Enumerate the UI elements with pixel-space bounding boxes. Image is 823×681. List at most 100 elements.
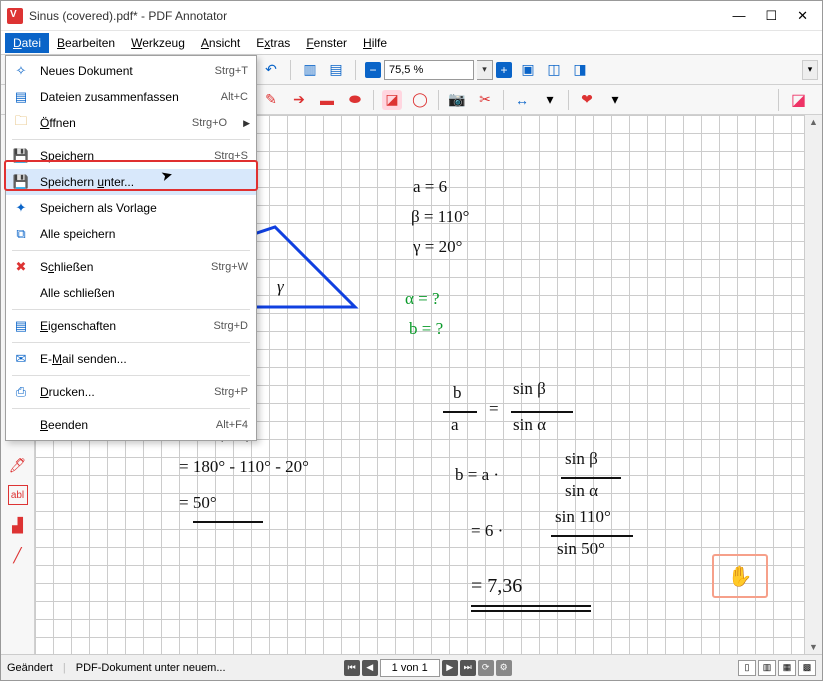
zoom-out-button[interactable]: − [365,62,381,78]
page-settings-button[interactable]: ⚙ [496,660,512,676]
hand-gamma: γ [277,277,284,297]
zoom-input[interactable] [384,60,474,80]
pen-icon[interactable]: ✎ [261,90,281,110]
bookmarks-icon[interactable]: ▤ [326,60,346,80]
menu-bearbeiten[interactable]: Bearbeiten [49,33,123,53]
mail-icon: ✉ [12,350,30,368]
zoom-in-button[interactable]: + [496,62,512,78]
minimize-button[interactable]: — [732,8,745,24]
view-cont-button[interactable]: ▥ [758,660,776,676]
page-next-button[interactable]: ▶ [442,660,458,676]
menu-werkzeug[interactable]: Werkzeug [123,33,193,53]
side-line-icon[interactable]: ╱ [8,545,28,565]
undo-icon[interactable]: ↶ [261,60,281,80]
page-refresh-button[interactable]: ⟳ [478,660,494,676]
menu-close-all[interactable]: Alle schließen [6,280,256,306]
navigator-icon[interactable]: ▥ [300,60,320,80]
save-all-icon: ⧉ [12,225,30,243]
lasso-icon[interactable]: ◯ [410,90,430,110]
menu-properties[interactable]: ▤ Eigenschaften Strg+D [6,313,256,339]
side-marker-icon[interactable]: 🖊 [8,455,28,475]
hand-alpha-expr3: = 50° [179,493,217,513]
status-hint: PDF-Dokument unter neuem... [76,662,226,674]
titlebar: Sinus (covered).pdf* - PDF Annotator — ☐… [1,1,822,31]
save-as-icon: 💾 [12,173,30,191]
view-twocont-button[interactable]: ▩ [798,660,816,676]
crop-icon[interactable]: ✂ [475,90,495,110]
camera-icon[interactable]: 📷 [447,90,467,110]
menu-open[interactable]: 🗀 Öffnen Strg+O ▶ [6,110,256,136]
view-two-button[interactable]: ▦ [778,660,796,676]
menu-ansicht[interactable]: Ansicht [193,33,248,53]
page-controls: ⏮ ◀ ▶ ⏭ ⟳ ⚙ [344,659,512,677]
close-icon: ✖ [12,258,30,276]
page-input[interactable] [380,659,440,677]
touch-indicator: ✋ [712,554,768,598]
hand-bq: b = ? [409,319,443,339]
menu-combine-files[interactable]: ▤ Dateien zusammenfassen Alt+C [6,84,256,110]
side-text-icon[interactable]: abl [8,485,28,505]
page-last-button[interactable]: ⏭ [460,660,476,676]
fit-width-icon[interactable]: ◫ [544,60,564,80]
eraser-tool-box[interactable]: ◪ [778,89,808,111]
view-mode-buttons: ▯ ▥ ▦ ▩ [738,660,816,676]
menu-save-as[interactable]: 💾 Speichern unter... [6,169,256,195]
menu-print[interactable]: ⎙ Drucken... Strg+P [6,379,256,405]
menu-close[interactable]: ✖ Schließen Strg+W [6,254,256,280]
hand-aq: α = ? [405,289,440,309]
menu-datei[interactable]: Datei [5,33,49,53]
page-prev-button[interactable]: ◀ [362,660,378,676]
app-icon [7,8,23,24]
save-tpl-icon: ✦ [12,199,30,217]
page-first-button[interactable]: ⏮ [344,660,360,676]
hand-b110: β = 110° [411,207,469,227]
ellipse-icon[interactable]: ⬬ [345,90,365,110]
rect-icon[interactable]: ▬ [317,90,337,110]
eraser-icon[interactable]: ◪ [382,90,402,110]
bfrac-line2 [551,535,633,537]
file-menu-dropdown: ✧ Neues Dokument Strg+T ▤ Dateien zusamm… [5,55,257,441]
menu-save-template[interactable]: ✦ Speichern als Vorlage [6,195,256,221]
actual-size-icon[interactable]: ◨ [570,60,590,80]
props-icon: ▤ [12,317,30,335]
maximize-button[interactable]: ☐ [765,8,777,24]
hand-bfrac3: sin 110° [555,507,611,527]
status-changed: Geändert [7,662,53,674]
hand-alpha-expr2: = 180° - 110° - 20° [179,457,309,477]
menu-fenster[interactable]: Fenster [298,33,355,53]
result-underline2 [471,610,591,612]
view-single-button[interactable]: ▯ [738,660,756,676]
toolbar-overflow[interactable]: ▾ [802,60,818,80]
hand-frac-eq: = [489,399,499,419]
hand-frac-sina: sin α [513,415,546,435]
hand-bfrac2: sin α [565,481,598,501]
window-title: Sinus (covered).pdf* - PDF Annotator [29,9,227,23]
menu-exit[interactable]: Beenden Alt+F4 [6,412,256,438]
underline-50 [193,521,263,523]
menu-mail[interactable]: ✉ E-Mail senden... [6,346,256,372]
hand-result: = 7,36 [471,575,522,598]
menu-extras[interactable]: Extras [248,33,298,53]
frac-line-right [511,411,573,413]
menu-save-all[interactable]: ⧉ Alle speichern [6,221,256,247]
close-button[interactable]: ✕ [797,8,808,24]
side-stamp-icon[interactable]: ▟ [8,515,28,535]
menu-new-document[interactable]: ✧ Neues Dokument Strg+T [6,58,256,84]
print-icon: ⎙ [12,383,30,401]
fav-dd-icon[interactable]: ▾ [605,90,625,110]
menubar: Datei Bearbeiten Werkzeug Ansicht Extras… [1,31,822,55]
statusbar: Geändert | PDF-Dokument unter neuem... ⏮… [1,654,822,680]
hand-a6: a = 6 [413,177,447,197]
dimension-icon[interactable]: ↔ [512,90,532,110]
zoom-dropdown[interactable]: ▾ [477,60,493,80]
favorite-icon[interactable]: ❤ [577,90,597,110]
hand-bexpr2: = 6 · [471,521,503,541]
menu-hilfe[interactable]: Hilfe [355,33,395,53]
color-icon[interactable]: ▾ [540,90,560,110]
menu-save[interactable]: 💾 Speichern Strg+S [6,143,256,169]
fit-page-icon[interactable]: ▣ [518,60,538,80]
hand-bexpr: b = a · [455,465,499,485]
result-underline1 [471,605,591,607]
arrow-icon[interactable]: ➔ [289,90,309,110]
vertical-scrollbar[interactable] [804,115,822,654]
